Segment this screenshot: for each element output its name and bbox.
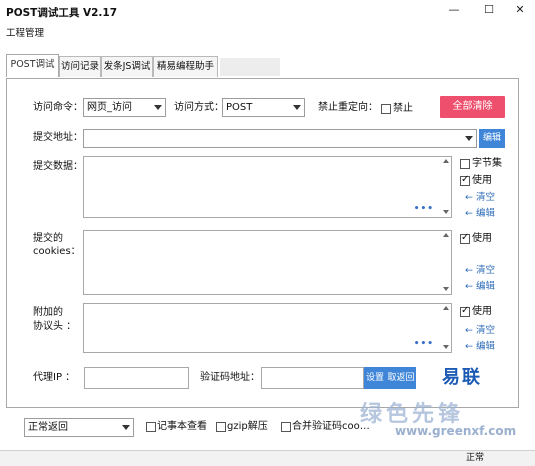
no-redirect-label: 禁止重定向： [318, 102, 378, 113]
close-button[interactable]: ✕ [503, 0, 535, 20]
no-redirect-checkbox[interactable] [381, 104, 391, 114]
access-method-label: 访问方式： [174, 102, 224, 113]
scroll-down-icon[interactable] [443, 345, 449, 349]
merge-captcha-label: 合并验证码coo… [292, 421, 370, 432]
menu-project-management[interactable]: 工程管理 [6, 25, 44, 39]
byteset-label: 字节集 [472, 158, 502, 169]
return-mode-value: 正常返回 [28, 422, 68, 433]
access-cmd-value: 网页_访问 [87, 102, 132, 113]
tab-helper[interactable]: 精易编程助手 [153, 56, 218, 77]
submit-data-label: 提交数据： [33, 161, 83, 172]
watermark-url: www.greenxf.com [395, 424, 517, 438]
scroll-up-icon[interactable] [443, 233, 449, 237]
use-cookies-label: 使用 [472, 233, 492, 244]
use-data-label: 使用 [472, 175, 492, 186]
scroll-up-icon[interactable] [443, 306, 449, 310]
chevron-down-icon [465, 136, 473, 141]
set-button[interactable]: 设置 [364, 367, 386, 389]
use-cookies-checkbox[interactable] [460, 232, 470, 244]
submit-data-textarea[interactable]: ••• [83, 156, 452, 218]
status-bar [0, 450, 535, 466]
use-headers-checkbox[interactable] [460, 305, 470, 317]
cookies-textarea[interactable] [83, 230, 452, 295]
tab-access-log[interactable]: 访问记录 [59, 56, 101, 77]
scroll-down-icon[interactable] [443, 210, 449, 214]
byteset-checkbox[interactable] [460, 159, 470, 169]
gzip-checkbox[interactable] [216, 422, 226, 432]
headers-label-line2: 协议头 ： [33, 321, 77, 332]
minimize-button[interactable]: — [437, 0, 471, 20]
window-title: POST调试工具 V2.17 [6, 7, 118, 19]
access-cmd-select[interactable]: 网页_访问 [83, 98, 166, 117]
headers-clear-link[interactable]: ← 清空 [465, 324, 495, 337]
cookies-label-line2: cookies： [33, 246, 81, 257]
submit-url-input[interactable] [83, 129, 477, 148]
blurred-tab-area [220, 58, 280, 76]
tab-js-debug[interactable]: 发条JS调试 [101, 56, 153, 77]
merge-captcha-checkbox[interactable] [281, 422, 291, 432]
gzip-label: gzip解压 [227, 421, 268, 432]
submit-url-label: 提交地址： [33, 132, 83, 143]
cookies-edit-link[interactable]: ← 编辑 [465, 280, 495, 293]
more-icon[interactable]: ••• [414, 339, 434, 349]
data-clear-link[interactable]: ← 清空 [465, 191, 495, 204]
chevron-down-icon [122, 425, 130, 430]
data-edit-link[interactable]: ← 编辑 [465, 207, 495, 220]
notepad-label: 记事本查看 [157, 421, 207, 432]
cookies-clear-link[interactable]: ← 清空 [465, 264, 495, 277]
chevron-down-icon [293, 105, 301, 110]
maximize-button[interactable]: ☐ [472, 0, 506, 20]
status-text: 正常 [466, 453, 485, 463]
no-redirect-check-label: 禁止 [393, 103, 413, 114]
notepad-checkbox[interactable] [146, 422, 156, 432]
captcha-image[interactable]: 易联 [422, 364, 502, 392]
more-icon[interactable]: ••• [414, 204, 434, 214]
chevron-down-icon [154, 105, 162, 110]
captcha-url-label: 验证码地址： [200, 372, 260, 383]
captcha-url-input[interactable] [261, 367, 364, 389]
access-cmd-label: 访问命令： [33, 102, 83, 113]
edit-url-button[interactable]: 编辑 [479, 129, 505, 148]
clear-all-button[interactable]: 全部清除 [440, 96, 505, 118]
use-data-checkbox[interactable] [460, 174, 470, 186]
fetch-return-button[interactable]: 取返回 [386, 367, 416, 389]
headers-edit-link[interactable]: ← 编辑 [465, 340, 495, 353]
access-method-select[interactable]: POST [222, 98, 305, 117]
access-method-value: POST [226, 102, 253, 113]
scroll-up-icon[interactable] [443, 159, 449, 163]
tab-post-debug[interactable]: POST调试 [6, 54, 59, 77]
scroll-down-icon[interactable] [443, 287, 449, 291]
return-mode-select[interactable]: 正常返回 [24, 418, 134, 437]
proxy-label: 代理IP ： [33, 372, 76, 383]
headers-textarea[interactable]: ••• [83, 303, 452, 353]
tab-strip: POST调试 访问记录 发条JS调试 精易编程助手 [6, 54, 236, 78]
use-headers-label: 使用 [472, 306, 492, 317]
proxy-input[interactable] [84, 367, 189, 389]
